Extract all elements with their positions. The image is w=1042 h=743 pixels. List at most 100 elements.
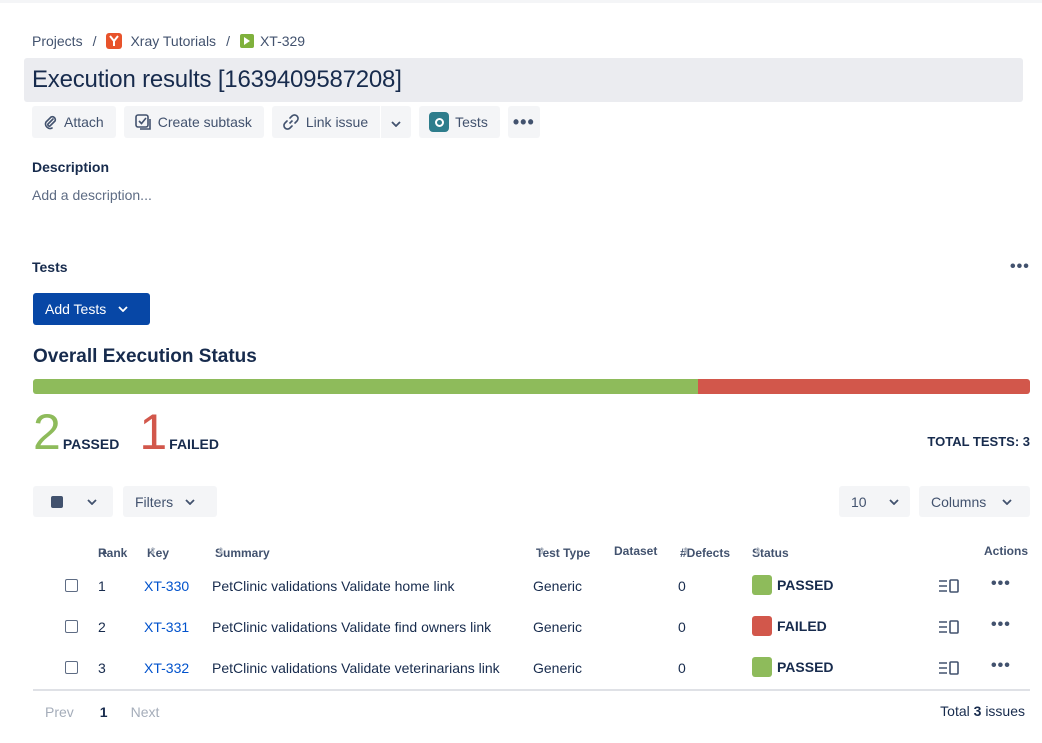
breadcrumb: Projects / Xray Tutorials / XT-329: [32, 31, 305, 51]
row-defects: 0: [678, 660, 686, 676]
tests-more-button[interactable]: •••: [1010, 258, 1030, 276]
sort-icon: ⇕: [538, 546, 546, 556]
status-square-icon: [51, 495, 63, 508]
subtask-icon: [134, 113, 152, 131]
tests-label: Tests: [455, 114, 488, 130]
xray-tests-icon: [429, 112, 450, 132]
sort-asc-icon: ▲: [100, 546, 109, 556]
total-issues-count: 3: [973, 703, 982, 719]
chevron-down-icon: [87, 498, 97, 505]
status-swatch: [752, 657, 772, 677]
table-row: 2 XT-331 PetClinic validations Validate …: [33, 607, 1030, 647]
test-execution-icon: [239, 34, 254, 48]
more-actions-button[interactable]: •••: [507, 106, 540, 138]
page-size-value: 10: [851, 493, 867, 510]
chevron-down-icon: [118, 306, 128, 312]
add-tests-button[interactable]: Add Tests: [33, 293, 150, 325]
status-swatch: [752, 616, 772, 636]
create-subtask-label: Create subtask: [157, 114, 252, 130]
breadcrumb-project-label: Xray Tutorials: [130, 33, 217, 49]
columns-dropdown[interactable]: Columns: [919, 486, 1030, 517]
description-field[interactable]: Add a description...: [32, 187, 152, 203]
columns-label: Columns: [931, 493, 987, 510]
chevron-down-icon: [888, 498, 899, 505]
filters-dropdown[interactable]: Filters: [123, 486, 217, 517]
passed-count-number: 2: [33, 404, 61, 460]
status-bar-passed-segment[interactable]: [33, 379, 698, 394]
create-subtask-button[interactable]: Create subtask: [123, 106, 264, 138]
breadcrumb-project[interactable]: Xray Tutorials: [106, 33, 216, 49]
table-bottom-divider: [33, 689, 1030, 691]
row-more-button[interactable]: •••: [991, 575, 1011, 593]
row-more-button[interactable]: •••: [991, 657, 1011, 675]
breadcrumb-projects[interactable]: Projects: [32, 33, 83, 49]
top-border: [0, 0, 1042, 3]
execution-details-icon[interactable]: [938, 579, 960, 593]
failed-count: 1 FAILED: [139, 404, 219, 460]
table-row: 1 XT-330 PetClinic validations Validate …: [33, 566, 1030, 606]
row-rank: 3: [98, 660, 106, 676]
row-status[interactable]: PASSED: [752, 575, 834, 595]
passed-count-label: PASSED: [62, 436, 120, 452]
row-more-button[interactable]: •••: [991, 616, 1011, 634]
row-rank: 1: [98, 578, 106, 594]
status-filter-dropdown[interactable]: [33, 486, 113, 517]
tests-button[interactable]: Tests: [419, 106, 500, 138]
row-key-link[interactable]: XT-331: [144, 619, 189, 635]
filters-label: Filters: [135, 493, 174, 510]
total-issues-suffix: issues: [985, 703, 1025, 719]
next-page-button[interactable]: Next: [131, 704, 160, 720]
issue-toolbar: Attach Create subtask Link issue Tests •…: [32, 106, 548, 138]
breadcrumb-issue[interactable]: XT-329: [239, 33, 306, 49]
prev-page-button[interactable]: Prev: [45, 704, 74, 720]
status-bar-failed-segment[interactable]: [697, 379, 1030, 394]
link-issue-label: Link issue: [305, 114, 369, 130]
execution-counts: 2 PASSED 1 FAILED: [33, 404, 239, 460]
failed-count-label: FAILED: [169, 436, 219, 452]
row-key-link[interactable]: XT-330: [144, 578, 189, 594]
failed-count-number: 1: [139, 404, 168, 460]
page-size-select[interactable]: 10: [839, 486, 910, 517]
row-summary: PetClinic validations Validate find owne…: [212, 619, 492, 635]
row-rank: 2: [98, 619, 106, 635]
row-status-label: FAILED: [777, 618, 827, 634]
col-header-actions: Actions: [984, 544, 1029, 558]
row-summary: PetClinic validations Validate veterinar…: [212, 660, 500, 676]
add-tests-label: Add Tests: [45, 301, 107, 317]
page-title: Execution results [1639409587208]: [32, 66, 402, 93]
chevron-down-icon: [185, 498, 195, 505]
paperclip-icon: [42, 114, 58, 130]
link-issue-button[interactable]: Link issue: [271, 106, 381, 138]
execution-details-icon[interactable]: [938, 661, 960, 675]
link-issue-dropdown[interactable]: [381, 106, 412, 138]
page-number-current[interactable]: 1: [100, 704, 108, 720]
row-checkbox[interactable]: [65, 620, 78, 633]
status-swatch: [752, 575, 772, 595]
breadcrumb-issue-label: XT-329: [259, 33, 306, 49]
total-issues-prefix: Total: [940, 703, 970, 719]
row-test-type: Generic: [533, 578, 583, 594]
sort-icon: ⇕: [682, 546, 690, 556]
row-status[interactable]: FAILED: [752, 616, 827, 636]
row-summary: PetClinic validations Validate home link: [212, 578, 455, 594]
col-header-dataset: Dataset: [614, 544, 658, 558]
total-issues: Total 3 issues: [940, 703, 1025, 719]
execution-details-icon[interactable]: [938, 620, 960, 634]
breadcrumb-separator: /: [226, 33, 230, 49]
issue-title-field[interactable]: Execution results [1639409587208]: [24, 58, 1023, 102]
chevron-down-icon: [1002, 498, 1012, 505]
link-icon: [282, 113, 300, 131]
row-checkbox[interactable]: [65, 579, 78, 592]
passed-count: 2 PASSED: [33, 404, 120, 460]
row-checkbox[interactable]: [65, 661, 78, 674]
row-status-label: PASSED: [777, 659, 834, 675]
sort-icon: ⇕: [217, 546, 225, 556]
row-key-link[interactable]: XT-332: [144, 660, 189, 676]
attach-button[interactable]: Attach: [32, 106, 116, 138]
description-heading: Description: [32, 159, 110, 175]
execution-status-bar: [33, 379, 1030, 394]
sort-icon: ⇕: [149, 546, 157, 556]
row-status[interactable]: PASSED: [752, 657, 834, 677]
project-avatar-icon: [106, 33, 123, 49]
tests-table-header: Rank ▲ Key ⇕ Summary ⇕ Test Type ⇕ Dataset #…: [33, 542, 1030, 560]
